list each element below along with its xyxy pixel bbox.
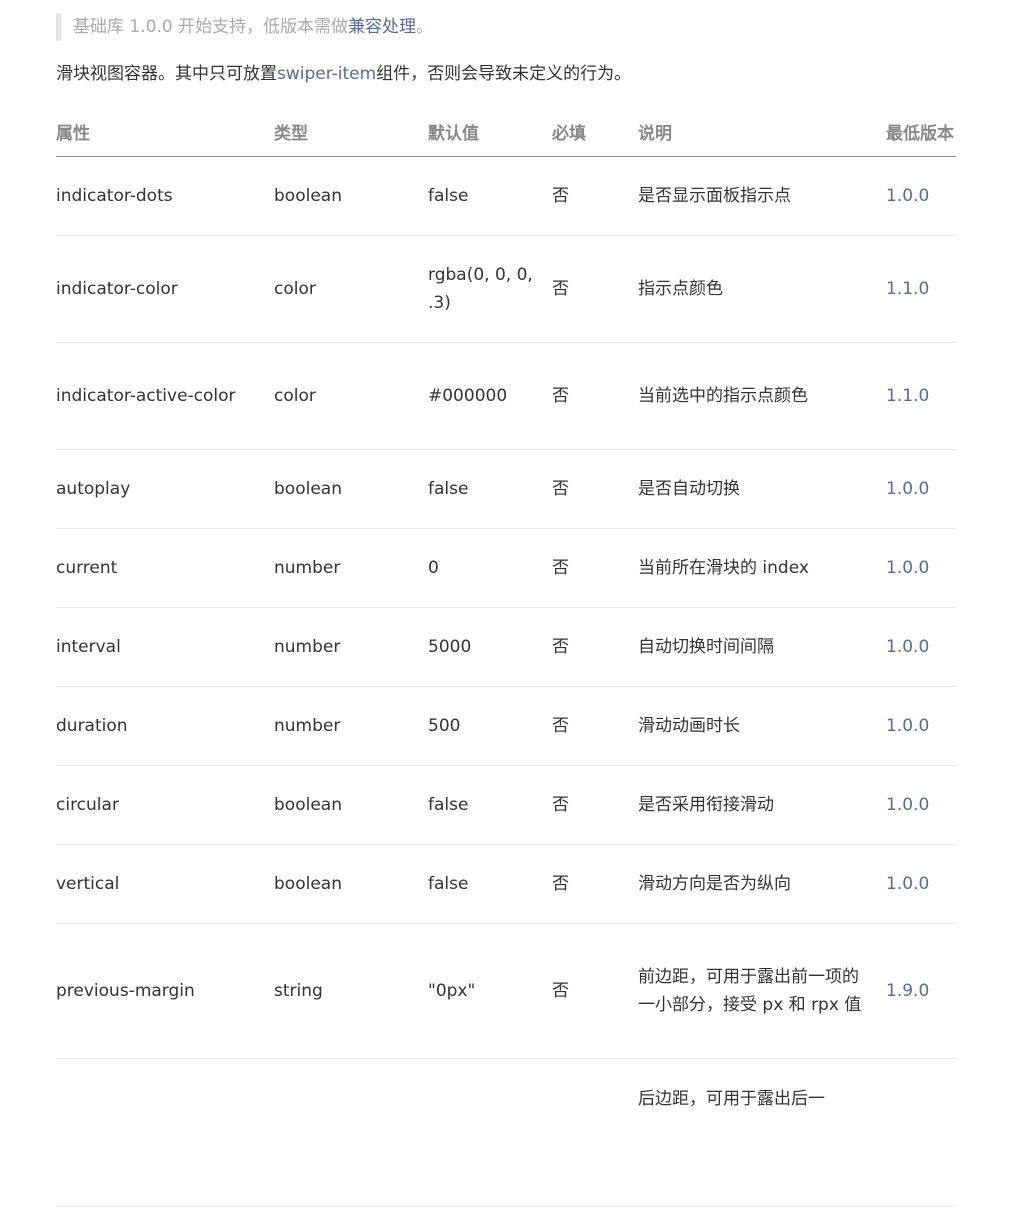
- cell-attr: circular: [56, 765, 274, 845]
- compat-link[interactable]: 兼容处理: [348, 17, 416, 37]
- table-row: indicator-active-color color #000000 否 当…: [56, 342, 956, 450]
- table-row: circular boolean false 否 是否采用衔接滑动 1.0.0: [56, 765, 956, 845]
- cell-default: 0: [428, 528, 552, 608]
- cell-attr: autoplay: [56, 449, 274, 529]
- attributes-table: 属性 类型 默认值 必填 说明 最低版本 indicator-dots bool…: [56, 106, 956, 1207]
- cell-desc: 当前选中的指示点颜色: [638, 342, 886, 450]
- cell-version: 1.0.0: [886, 844, 956, 924]
- cell-type: string: [274, 923, 428, 1059]
- swiper-item-link[interactable]: swiper-item: [277, 64, 376, 84]
- cell-type: boolean: [274, 156, 428, 236]
- cell-desc: 滑动动画时长: [638, 686, 886, 766]
- cell-type: color: [274, 342, 428, 450]
- cell-attr: current: [56, 528, 274, 608]
- table-row: indicator-dots boolean false 否 是否显示面板指示点…: [56, 156, 956, 236]
- table-header-row: 属性 类型 默认值 必填 说明 最低版本: [56, 106, 956, 157]
- header-version: 最低版本: [886, 106, 956, 157]
- cell-default: rgba(0, 0, 0, .3): [428, 235, 552, 343]
- cell-required: 否: [552, 923, 638, 1059]
- cell-default: 5000: [428, 607, 552, 687]
- cell-default: false: [428, 449, 552, 529]
- cell-desc: 后边距，可用于露出后一: [638, 1058, 886, 1207]
- intro-suffix: 组件，否则会导致未定义的行为。: [376, 64, 632, 84]
- cell-attr: indicator-active-color: [56, 342, 274, 450]
- cell-desc: 是否采用衔接滑动: [638, 765, 886, 845]
- table-row: duration number 500 否 滑动动画时长 1.0.0: [56, 686, 956, 766]
- cell-version: 1.0.0: [886, 686, 956, 766]
- cell-attr: indicator-color: [56, 235, 274, 343]
- cell-version: 1.0.0: [886, 765, 956, 845]
- header-desc: 说明: [638, 106, 886, 157]
- cell-version: [886, 1058, 956, 1207]
- table-row: current number 0 否 当前所在滑块的 index 1.0.0: [56, 528, 956, 608]
- cell-default: false: [428, 765, 552, 845]
- cell-attr: vertical: [56, 844, 274, 924]
- cell-desc: 是否显示面板指示点: [638, 156, 886, 236]
- cell-required: 否: [552, 686, 638, 766]
- header-attr: 属性: [56, 106, 274, 157]
- cell-type: [274, 1058, 428, 1207]
- cell-version: 1.1.0: [886, 235, 956, 343]
- cell-desc: 当前所在滑块的 index: [638, 528, 886, 608]
- cell-default: "0px": [428, 923, 552, 1059]
- cell-default: 500: [428, 686, 552, 766]
- cell-desc: 自动切换时间间隔: [638, 607, 886, 687]
- cell-required: 否: [552, 607, 638, 687]
- cell-type: number: [274, 686, 428, 766]
- table-row: vertical boolean false 否 滑动方向是否为纵向 1.0.0: [56, 844, 956, 924]
- cell-required: 否: [552, 342, 638, 450]
- table-row: previous-margin string "0px" 否 前边距，可用于露出…: [56, 923, 956, 1059]
- cell-type: boolean: [274, 844, 428, 924]
- cell-type: number: [274, 528, 428, 608]
- cell-attr: indicator-dots: [56, 156, 274, 236]
- version-note: 基础库 1.0.0 开始支持，低版本需做兼容处理。: [56, 13, 433, 41]
- cell-required: 否: [552, 235, 638, 343]
- cell-default: #000000: [428, 342, 552, 450]
- table-row: interval number 5000 否 自动切换时间间隔 1.0.0: [56, 607, 956, 687]
- cell-version: 1.1.0: [886, 342, 956, 450]
- version-note-text: 基础库 1.0.0 开始支持，低版本需做: [73, 17, 349, 37]
- table-row: indicator-color color rgba(0, 0, 0, .3) …: [56, 235, 956, 343]
- cell-attr: duration: [56, 686, 274, 766]
- cell-default: [428, 1058, 552, 1207]
- cell-version: 1.0.0: [886, 528, 956, 608]
- cell-attr: interval: [56, 607, 274, 687]
- cell-type: boolean: [274, 449, 428, 529]
- header-default: 默认值: [428, 106, 552, 157]
- intro-prefix: 滑块视图容器。其中只可放置: [56, 64, 277, 84]
- header-required: 必填: [552, 106, 638, 157]
- cell-version: 1.9.0: [886, 923, 956, 1059]
- cell-version: 1.0.0: [886, 156, 956, 236]
- cell-required: 否: [552, 765, 638, 845]
- cell-required: [552, 1058, 638, 1207]
- cell-type: boolean: [274, 765, 428, 845]
- cell-desc: 指示点颜色: [638, 235, 886, 343]
- cell-type: color: [274, 235, 428, 343]
- cell-required: 否: [552, 156, 638, 236]
- cell-required: 否: [552, 528, 638, 608]
- cell-attr: previous-margin: [56, 923, 274, 1059]
- cell-required: 否: [552, 844, 638, 924]
- cell-default: false: [428, 844, 552, 924]
- cell-attr: [56, 1058, 274, 1207]
- header-type: 类型: [274, 106, 428, 157]
- cell-desc: 滑动方向是否为纵向: [638, 844, 886, 924]
- cell-desc: 是否自动切换: [638, 449, 886, 529]
- cell-type: number: [274, 607, 428, 687]
- table-row: 后边距，可用于露出后一: [56, 1058, 956, 1207]
- cell-desc: 前边距，可用于露出前一项的一小部分，接受 px 和 rpx 值: [638, 923, 886, 1059]
- intro-paragraph: 滑块视图容器。其中只可放置swiper-item组件，否则会导致未定义的行为。: [56, 60, 631, 88]
- cell-default: false: [428, 156, 552, 236]
- doc-page: 基础库 1.0.0 开始支持，低版本需做兼容处理。 滑块视图容器。其中只可放置s…: [0, 0, 1035, 1207]
- cell-version: 1.0.0: [886, 607, 956, 687]
- version-note-suffix: 。: [416, 17, 434, 37]
- table-row: autoplay boolean false 否 是否自动切换 1.0.0: [56, 449, 956, 529]
- cell-required: 否: [552, 449, 638, 529]
- cell-version: 1.0.0: [886, 449, 956, 529]
